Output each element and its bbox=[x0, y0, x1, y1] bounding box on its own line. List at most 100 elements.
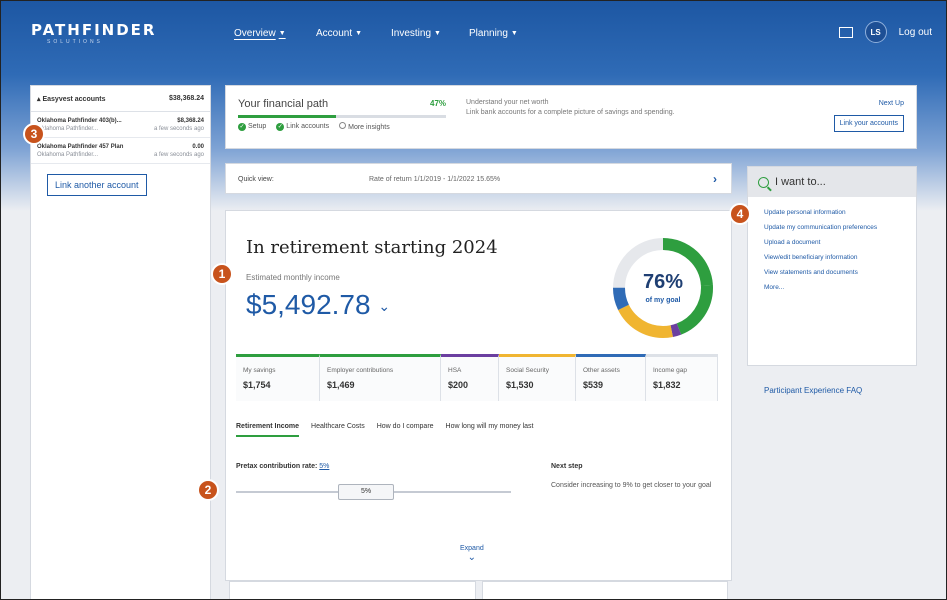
link-more[interactable]: More... bbox=[764, 284, 894, 292]
savings-label: Social Security bbox=[506, 367, 549, 374]
estimated-income-label: Estimated monthly income bbox=[246, 273, 340, 282]
circle-icon bbox=[339, 122, 347, 129]
tab-how-do-i-compare[interactable]: How do I compare bbox=[377, 423, 434, 437]
financial-path-progress bbox=[238, 115, 446, 118]
financial-path-desc-line2: Link bank accounts for a complete pictur… bbox=[466, 109, 675, 116]
accounts-header[interactable]: ▴ Easyvest accounts $38,368.24 bbox=[31, 86, 210, 112]
next-step-title: Next step bbox=[551, 463, 583, 470]
nav-account-label: Account bbox=[316, 28, 353, 39]
rate-of-return: Rate of return 1/1/2019 - 1/1/2022 15.65… bbox=[369, 176, 501, 183]
savings-cell: Other assets $539 bbox=[576, 354, 646, 401]
savings-value: $539 bbox=[583, 380, 604, 390]
header-actions: LS Log out bbox=[838, 21, 932, 43]
savings-breakdown: My savings $1,754 Employer contributions $… bbox=[236, 349, 718, 401]
accounts-header-total: $38,368.24 bbox=[168, 95, 204, 102]
link-another-account-button[interactable]: Link another account bbox=[47, 174, 147, 196]
financial-path-progress-fill bbox=[238, 115, 336, 118]
savings-cell: Social Security $1,530 bbox=[499, 354, 576, 401]
chevron-down-icon: ▼ bbox=[355, 30, 363, 37]
savings-cell: HSA $200 bbox=[441, 354, 499, 401]
account-row[interactable]: Oklahoma Pathfinder 457 Plan 0.00 Oklahom… bbox=[31, 138, 210, 164]
account-time: a few seconds ago bbox=[153, 126, 204, 132]
financial-path-percent: 47% bbox=[430, 99, 447, 108]
nav-overview-label: Overview bbox=[234, 28, 276, 39]
savings-cell: Income gap $1,832 bbox=[646, 354, 718, 401]
financial-path-desc-line1: Understand your net worth bbox=[466, 99, 549, 106]
link-update-personal-info[interactable]: Update personal information bbox=[764, 209, 894, 217]
account-row[interactable]: Oklahoma Pathfinder 403(b)... $8,368.24 O… bbox=[31, 112, 210, 138]
message-icon[interactable] bbox=[838, 26, 853, 38]
retirement-title: In retirement starting 2024 bbox=[246, 237, 498, 258]
nav-investing-label: Investing bbox=[391, 28, 432, 39]
check-icon: ✓ bbox=[276, 122, 285, 131]
savings-label: Other assets bbox=[583, 367, 620, 374]
bottom-cards bbox=[225, 581, 732, 599]
financial-path-description: Understand your net worth Link bank acco… bbox=[466, 98, 675, 118]
pretax-label: Pretax contribution rate: bbox=[236, 463, 318, 470]
step-more-insights: More insights bbox=[339, 122, 390, 131]
avatar[interactable]: LS bbox=[864, 21, 887, 43]
i-want-to-header: I want to... bbox=[748, 167, 916, 197]
expand-button[interactable]: Expand ⌄ bbox=[460, 545, 484, 563]
link-statements[interactable]: View statements and documents bbox=[764, 269, 894, 277]
accounts-header-label: ▴ Easyvest accounts bbox=[37, 95, 106, 103]
next-up-label: Next Up bbox=[878, 100, 904, 107]
chevron-down-icon: ▼ bbox=[278, 30, 286, 37]
goal-label: of my goal bbox=[645, 297, 680, 304]
i-want-to-links: Update personal information Update my co… bbox=[748, 197, 916, 292]
account-name: Oklahoma Pathfinder 457 Plan bbox=[37, 144, 124, 150]
savings-value: $200 bbox=[448, 380, 469, 390]
tab-healthcare-costs[interactable]: Healthcare Costs bbox=[311, 423, 365, 437]
nav-planning[interactable]: Planning ▼ bbox=[469, 28, 518, 39]
chevron-down-icon: ▼ bbox=[510, 30, 518, 37]
financial-path-title: Your financial path bbox=[238, 98, 329, 110]
savings-label: My savings bbox=[243, 367, 276, 374]
step-link-accounts: ✓ Link accounts bbox=[276, 122, 330, 131]
quick-view-bar[interactable]: Quick view: Rate of return 1/1/2019 - 1/… bbox=[225, 163, 732, 194]
account-sub: Oklahoma Pathfinder... bbox=[37, 126, 99, 132]
callout-badge: 3 bbox=[23, 123, 45, 145]
link-beneficiary[interactable]: View/edit beneficiary information bbox=[764, 254, 894, 262]
savings-label: Employer contributions bbox=[327, 367, 394, 374]
goal-donut-chart: 76% of my goal bbox=[613, 238, 713, 338]
logo[interactable]: PATHFINDER bbox=[31, 21, 156, 39]
nav-investing[interactable]: Investing ▼ bbox=[391, 28, 441, 39]
logout-link[interactable]: Log out bbox=[899, 27, 932, 38]
retirement-tabs: Retirement Income Healthcare Costs How d… bbox=[236, 423, 533, 437]
goal-percent: 76% bbox=[643, 271, 683, 293]
contribution-slider-handle[interactable]: 5% bbox=[338, 484, 394, 500]
financial-path-steps: ✓ Setup ✓ Link accounts More insights bbox=[238, 122, 390, 131]
link-upload-document[interactable]: Upload a document bbox=[764, 239, 894, 247]
estimated-income-value[interactable]: $5,492.78 ⌄ bbox=[246, 289, 390, 321]
faq-link[interactable]: Participant Experience FAQ bbox=[764, 386, 862, 395]
account-value: $8,368.24 bbox=[177, 118, 204, 124]
account-sub: Oklahoma Pathfinder... bbox=[37, 152, 99, 158]
callout-badge: 4 bbox=[729, 203, 751, 225]
pretax-contribution: Pretax contribution rate: 5% bbox=[236, 463, 329, 470]
nav-account[interactable]: Account ▼ bbox=[316, 28, 362, 39]
bottom-card bbox=[229, 581, 476, 599]
chevron-right-icon[interactable]: › bbox=[713, 172, 717, 186]
search-icon bbox=[758, 176, 769, 188]
step-setup: ✓ Setup bbox=[238, 122, 267, 131]
link-your-accounts-button[interactable]: Link your accounts bbox=[833, 115, 904, 132]
expand-label: Expand bbox=[460, 545, 484, 552]
tab-how-long-money-last[interactable]: How long will my money last bbox=[446, 423, 534, 437]
tab-retirement-income[interactable]: Retirement Income bbox=[236, 423, 300, 437]
chevron-down-icon: ⌄ bbox=[378, 298, 391, 315]
account-time: a few seconds ago bbox=[153, 152, 204, 158]
callout-badge: 2 bbox=[197, 479, 219, 501]
link-update-communication[interactable]: Update my communication preferences bbox=[764, 224, 894, 232]
account-value: 0.00 bbox=[192, 144, 204, 150]
savings-value: $1,530 bbox=[506, 380, 534, 390]
savings-value: $1,754 bbox=[243, 380, 271, 390]
bottom-card bbox=[481, 581, 728, 599]
savings-cell: Employer contributions $1,469 bbox=[320, 354, 441, 401]
savings-label: Income gap bbox=[653, 367, 687, 374]
callout-badge: 1 bbox=[211, 263, 233, 285]
i-want-to-title: I want to... bbox=[775, 176, 826, 188]
quick-view-label: Quick view: bbox=[238, 176, 274, 183]
accounts-panel: ▴ Easyvest accounts $38,368.24 Oklahoma … bbox=[30, 85, 211, 599]
nav-overview[interactable]: Overview ▼ bbox=[234, 28, 286, 39]
pretax-rate-link[interactable]: 5% bbox=[319, 463, 329, 470]
